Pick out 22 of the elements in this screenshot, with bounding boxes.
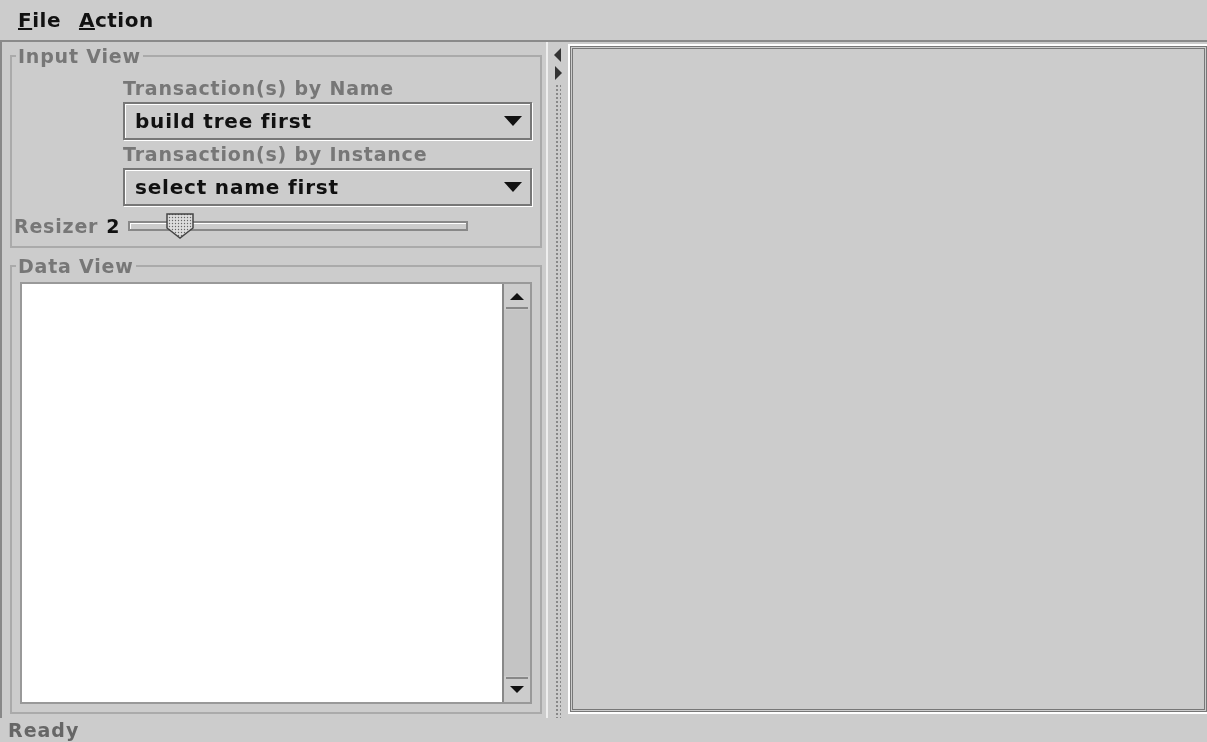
menu-item[interactable]: File bbox=[12, 8, 67, 32]
dropdown[interactable]: select name first bbox=[123, 168, 532, 206]
scroll-up-icon[interactable] bbox=[504, 284, 530, 310]
slider-thumb[interactable] bbox=[164, 213, 195, 239]
combo-label: Transaction(s) by Name bbox=[123, 76, 396, 101]
slider-label: Resizer bbox=[14, 215, 99, 237]
panel-title: Input View bbox=[17, 46, 142, 66]
dropdown[interactable]: build tree first bbox=[123, 102, 532, 140]
dropdown-arrow-icon bbox=[504, 116, 522, 126]
menu-item[interactable]: Action bbox=[72, 8, 160, 32]
scrollbar[interactable] bbox=[502, 284, 530, 702]
status-text: Ready bbox=[8, 719, 80, 741]
panel-title: Data View bbox=[17, 256, 135, 276]
slider[interactable] bbox=[127, 213, 468, 239]
scroll-down-icon[interactable] bbox=[504, 676, 530, 702]
slider-value: 2 bbox=[106, 215, 120, 237]
dropdown-value: select name first bbox=[135, 175, 339, 199]
combo-label: Transaction(s) by Instance bbox=[123, 142, 429, 167]
collapse-left-icon[interactable] bbox=[554, 48, 562, 62]
dropdown-value: build tree first bbox=[135, 109, 312, 133]
expand-right-icon[interactable] bbox=[554, 66, 562, 80]
dropdown-arrow-icon bbox=[504, 182, 522, 192]
